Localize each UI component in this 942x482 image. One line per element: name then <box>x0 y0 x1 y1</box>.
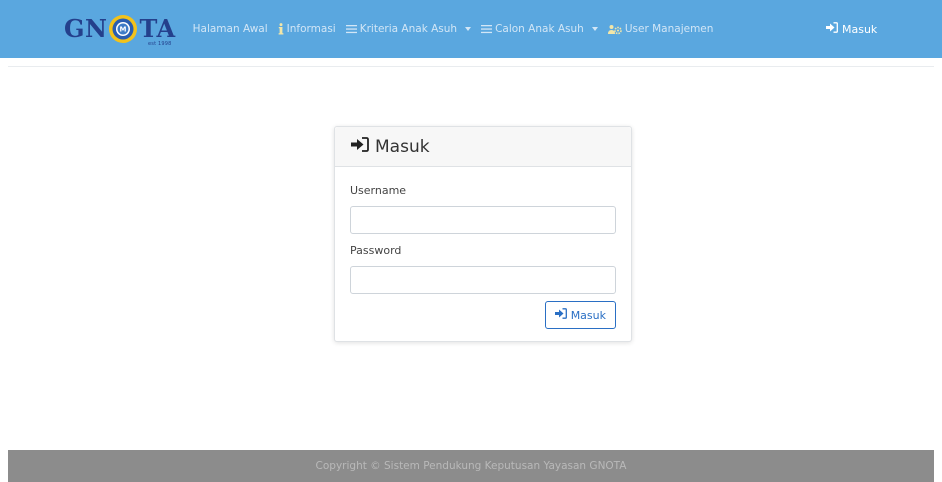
brand-est: est 1998 <box>148 41 172 47</box>
nav-item-label: Halaman Awal <box>192 23 268 35</box>
footer-copyright: Copyright © Sistem Pendukung Keputusan Y… <box>315 460 627 472</box>
brand-name-right: TA <box>139 14 176 43</box>
users-cog-icon <box>607 24 622 35</box>
sign-in-icon <box>351 136 369 157</box>
card-title: Masuk <box>375 136 430 157</box>
list-icon <box>481 24 493 34</box>
nav-item-label: Informasi <box>286 23 336 35</box>
divider <box>8 66 934 67</box>
card-header: Masuk <box>335 127 631 167</box>
emblem-letter: M <box>120 26 127 34</box>
username-input[interactable] <box>350 206 616 234</box>
submit-button[interactable]: Masuk <box>544 301 616 329</box>
brand-name-left: GN <box>64 14 108 43</box>
nav-item-calon-anak-asuh[interactable]: Calon Anak Asuh <box>476 0 603 58</box>
password-input[interactable] <box>350 266 616 294</box>
login-card: Masuk Username Password Masuk <box>334 126 632 342</box>
nav-login-link[interactable]: Masuk <box>826 0 877 58</box>
nav-item-user-manajemen[interactable]: User Manajemen <box>603 0 719 58</box>
submit-label: Masuk <box>570 308 606 322</box>
list-icon <box>345 24 357 34</box>
sign-in-icon <box>554 308 567 322</box>
nav-item-halaman-awal[interactable]: Halaman Awal <box>188 0 273 58</box>
nav-login-label: Masuk <box>842 22 878 36</box>
nav-links: Halaman Awal Informasi Kriteria Anak Asu… <box>188 0 719 58</box>
emblem-icon: M <box>109 15 138 43</box>
card-body: Username Password Masuk <box>335 184 631 329</box>
nav-item-label: User Manajemen <box>624 23 714 35</box>
sign-in-icon <box>826 22 838 36</box>
brand-logo[interactable]: GN M TA <box>64 0 176 58</box>
button-row: Masuk <box>350 301 616 329</box>
username-label: Username <box>350 184 407 197</box>
nav-item-kriteria-anak-asuh[interactable]: Kriteria Anak Asuh <box>341 0 476 58</box>
nav-item-label: Kriteria Anak Asuh <box>359 23 458 35</box>
nav-item-informasi[interactable]: Informasi <box>273 0 341 58</box>
footer: Copyright © Sistem Pendukung Keputusan Y… <box>8 450 934 482</box>
chevron-down-icon <box>591 27 598 31</box>
page: GN M TA est 1998 Halaman Awal Informasi … <box>0 0 942 482</box>
navbar: GN M TA est 1998 Halaman Awal Informasi … <box>0 0 942 58</box>
password-label: Password <box>350 244 402 257</box>
nav-item-label: Calon Anak Asuh <box>495 23 584 35</box>
info-icon <box>278 23 284 35</box>
chevron-down-icon <box>465 27 472 31</box>
